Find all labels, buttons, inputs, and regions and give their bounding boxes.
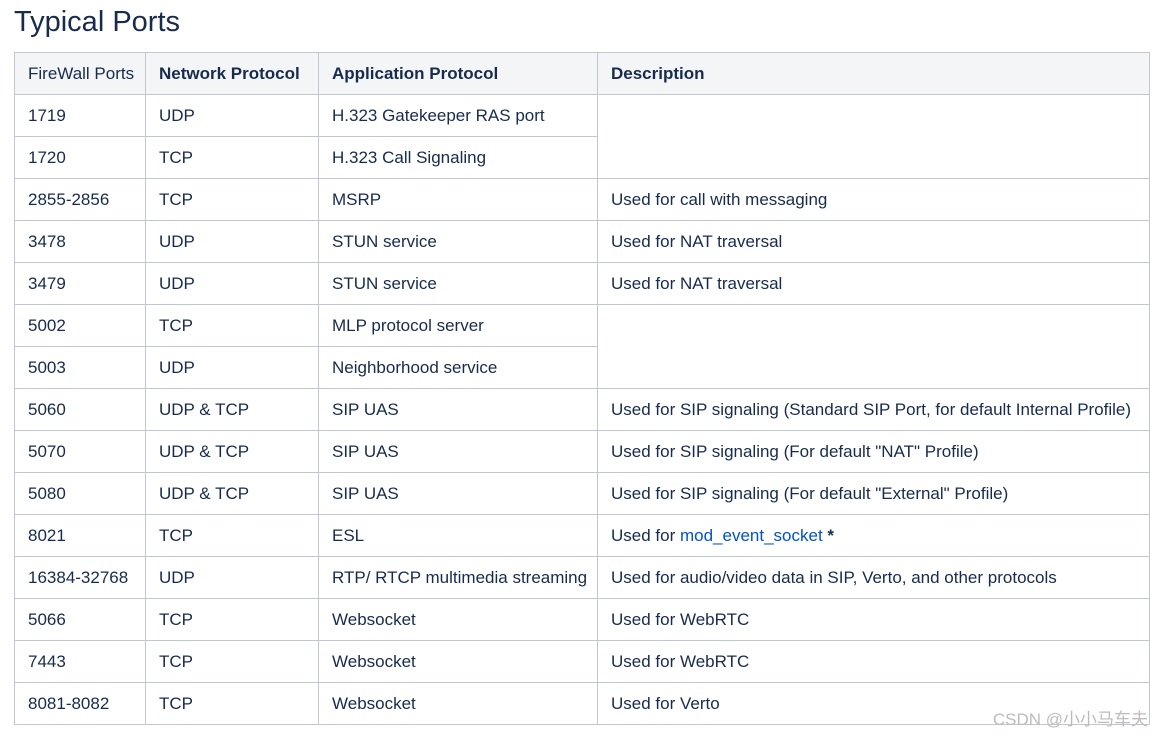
application-protocol-cell: Websocket bbox=[318, 640, 598, 683]
table-row: 1719 UDP H.323 Gatekeeper RAS port bbox=[14, 94, 1150, 179]
port-cell: 5060 bbox=[14, 388, 146, 431]
network-protocol-cell: UDP & TCP bbox=[145, 430, 319, 473]
port-cell: 8021 bbox=[14, 514, 146, 557]
port-cell: 5002 bbox=[14, 304, 146, 347]
network-protocol-cell: UDP bbox=[145, 262, 319, 305]
port-cell: 2855-2856 bbox=[14, 178, 146, 221]
network-protocol-cell: UDP bbox=[145, 220, 319, 263]
table-row: 8081-8082 TCP Websocket Used for Verto bbox=[14, 682, 1150, 725]
page-title: Typical Ports bbox=[14, 6, 180, 38]
application-protocol-cell: RTP/ RTCP multimedia streaming bbox=[318, 556, 598, 599]
table-row: 5002 TCP MLP protocol server bbox=[14, 304, 1150, 389]
application-protocol-cell: MSRP bbox=[318, 178, 598, 221]
description-cell bbox=[597, 304, 1150, 389]
port-cell: 7443 bbox=[14, 640, 146, 683]
application-protocol-cell: Websocket bbox=[318, 598, 598, 641]
application-protocol-cell: STUN service bbox=[318, 220, 598, 263]
network-protocol-cell: TCP bbox=[145, 640, 319, 683]
description-cell: Used for call with messaging bbox=[597, 178, 1150, 221]
application-protocol-cell: MLP protocol server bbox=[318, 304, 598, 347]
port-cell: 5080 bbox=[14, 472, 146, 515]
table-row: 7443 TCP Websocket Used for WebRTC bbox=[14, 640, 1150, 683]
description-cell bbox=[597, 94, 1150, 179]
network-protocol-cell: TCP bbox=[145, 514, 319, 557]
port-cell: 3479 bbox=[14, 262, 146, 305]
network-protocol-cell: UDP & TCP bbox=[145, 472, 319, 515]
network-protocol-cell: TCP bbox=[145, 178, 319, 221]
network-protocol-cell: UDP & TCP bbox=[145, 388, 319, 431]
application-protocol-cell: STUN service bbox=[318, 262, 598, 305]
description-cell: Used for SIP signaling (Standard SIP Por… bbox=[597, 388, 1150, 431]
table-row: 5066 TCP Websocket Used for WebRTC bbox=[14, 598, 1150, 641]
application-protocol-cell: Neighborhood service bbox=[318, 346, 598, 389]
network-protocol-cell: TCP bbox=[145, 682, 319, 725]
application-protocol-cell: Websocket bbox=[318, 682, 598, 725]
description-cell: Used for WebRTC bbox=[597, 640, 1150, 683]
ports-table: FireWall Ports Network Protocol Applicat… bbox=[14, 52, 1150, 725]
description-cell: Used for NAT traversal bbox=[597, 220, 1150, 263]
port-cell: 3478 bbox=[14, 220, 146, 263]
port-cell: 16384-32768 bbox=[14, 556, 146, 599]
application-protocol-cell: SIP UAS bbox=[318, 430, 598, 473]
description-cell: Used for SIP signaling (For default "NAT… bbox=[597, 430, 1150, 473]
table-row: 5080 UDP & TCP SIP UAS Used for SIP sign… bbox=[14, 472, 1150, 515]
port-cell: 5070 bbox=[14, 430, 146, 473]
network-protocol-cell: TCP bbox=[145, 598, 319, 641]
application-protocol-cell: H.323 Gatekeeper RAS port bbox=[318, 94, 598, 137]
column-header-firewall-ports: FireWall Ports bbox=[14, 52, 146, 95]
csdn-watermark: CSDN @小小马车夫 bbox=[992, 710, 1148, 729]
network-protocol-cell: TCP bbox=[145, 136, 319, 179]
description-cell: Used for NAT traversal bbox=[597, 262, 1150, 305]
table-row: 8021 TCP ESL Used for mod_event_socket * bbox=[14, 514, 1150, 557]
port-cell: 5003 bbox=[14, 346, 146, 389]
network-protocol-cell: UDP bbox=[145, 346, 319, 389]
port-cell: 1719 bbox=[14, 94, 146, 137]
table-row: 16384-32768 UDP RTP/ RTCP multimedia str… bbox=[14, 556, 1150, 599]
table-header-row: FireWall Ports Network Protocol Applicat… bbox=[14, 52, 1150, 95]
application-protocol-cell: ESL bbox=[318, 514, 598, 557]
table-row: 5060 UDP & TCP SIP UAS Used for SIP sign… bbox=[14, 388, 1150, 431]
network-protocol-cell: UDP bbox=[145, 94, 319, 137]
footnote-marker: * bbox=[822, 525, 835, 545]
network-protocol-cell: UDP bbox=[145, 556, 319, 599]
application-protocol-cell: SIP UAS bbox=[318, 472, 598, 515]
column-header-application-protocol: Application Protocol bbox=[318, 52, 598, 95]
description-cell: Used for mod_event_socket * bbox=[597, 514, 1150, 557]
port-cell: 5066 bbox=[14, 598, 146, 641]
port-cell: 8081-8082 bbox=[14, 682, 146, 725]
column-header-network-protocol: Network Protocol bbox=[145, 52, 319, 95]
port-cell: 1720 bbox=[14, 136, 146, 179]
column-header-description: Description bbox=[597, 52, 1150, 95]
table-row: 2855-2856 TCP MSRP Used for call with me… bbox=[14, 178, 1150, 221]
application-protocol-cell: H.323 Call Signaling bbox=[318, 136, 598, 179]
table-row: 3479 UDP STUN service Used for NAT trave… bbox=[14, 262, 1150, 305]
network-protocol-cell: TCP bbox=[145, 304, 319, 347]
description-prefix: Used for bbox=[611, 525, 680, 545]
application-protocol-cell: SIP UAS bbox=[318, 388, 598, 431]
description-cell: Used for WebRTC bbox=[597, 598, 1150, 641]
description-cell: Used for audio/video data in SIP, Verto,… bbox=[597, 556, 1150, 599]
table-row: 5070 UDP & TCP SIP UAS Used for SIP sign… bbox=[14, 430, 1150, 473]
description-cell: Used for SIP signaling (For default "Ext… bbox=[597, 472, 1150, 515]
mod-event-socket-link[interactable]: mod_event_socket bbox=[680, 526, 823, 545]
table-row: 3478 UDP STUN service Used for NAT trave… bbox=[14, 220, 1150, 263]
